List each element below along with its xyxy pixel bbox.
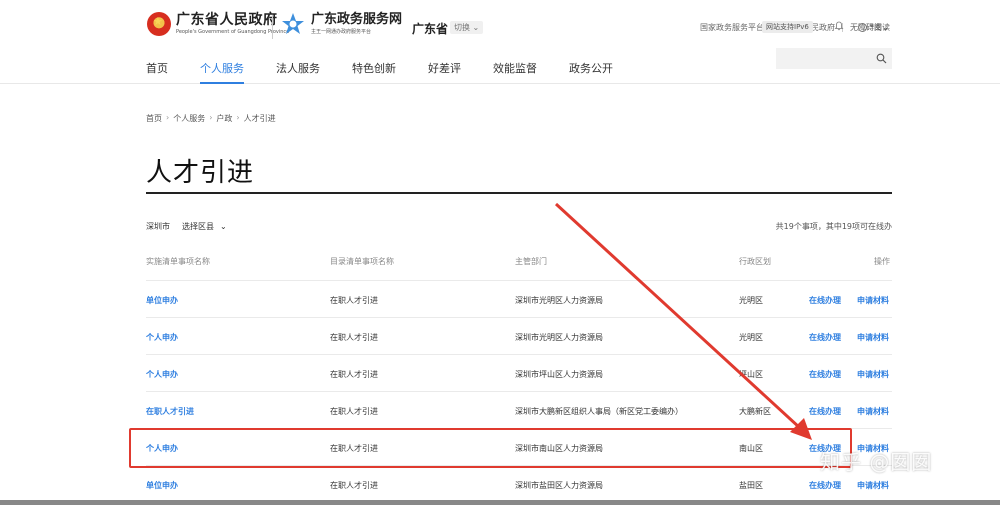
annotation-arrow-icon	[554, 202, 812, 440]
bottom-scrollbar[interactable]	[0, 500, 1000, 505]
watermark: 知乎 @囡囡	[820, 450, 933, 474]
